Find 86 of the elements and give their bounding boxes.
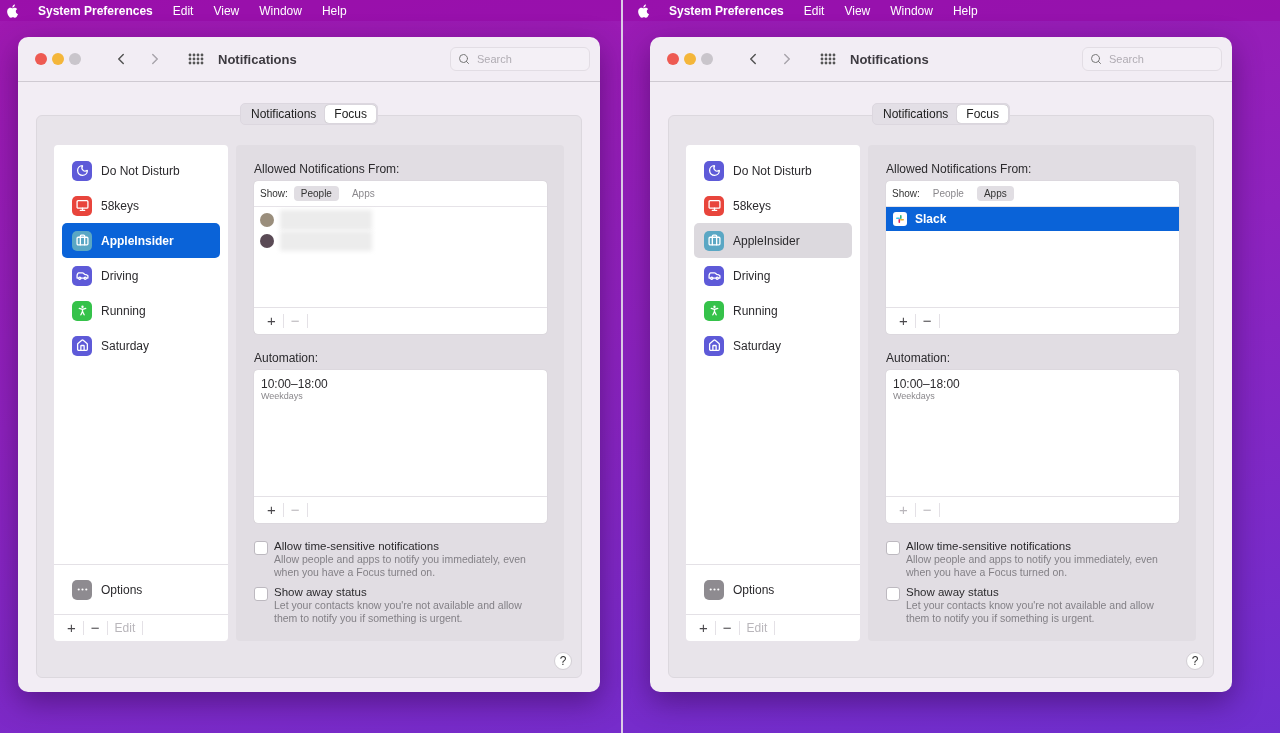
sidebar-item[interactable]: AppleInsider (694, 223, 852, 258)
remove-button[interactable]: − (915, 314, 940, 328)
add-button[interactable]: + (60, 621, 84, 635)
section-label: Allowed Notifications From: (886, 162, 1033, 176)
tab[interactable]: Focus (957, 105, 1009, 123)
menu-item[interactable]: System Preferences (669, 3, 784, 18)
section-label: Automation: (886, 351, 952, 365)
tab[interactable]: Focus (325, 105, 377, 123)
sidebar-item[interactable]: Running (62, 293, 220, 328)
checkbox[interactable] (254, 541, 268, 555)
window-title: Notifications (218, 51, 297, 67)
checkbox-label: Show away status (274, 586, 368, 598)
checkbox[interactable] (886, 541, 900, 555)
filter-tab[interactable]: People (925, 186, 971, 201)
schedule-time: 10:00–18:00 (261, 377, 329, 391)
menu-item[interactable]: Window (259, 3, 302, 18)
schedule-days: Weekdays (893, 391, 1172, 401)
help-button[interactable]: ? (1186, 652, 1204, 670)
sidebar-item[interactable]: Driving (62, 258, 220, 293)
show-label: Show: (260, 188, 288, 199)
checkbox-description: Let your contacts know you're not available and allow them to notify you if something is urgent. (906, 599, 1155, 625)
tab[interactable]: Notifications (241, 105, 326, 123)
minimize-button[interactable] (684, 53, 696, 65)
zoom-button[interactable] (69, 53, 81, 65)
slack-icon (893, 212, 907, 226)
menu-item[interactable]: View (844, 3, 871, 18)
checkbox-label: Show away status (906, 586, 1000, 598)
window-title: Notifications (850, 51, 929, 67)
remove-button[interactable]: − (715, 621, 740, 635)
checkbox-label: Allow time-sensitive notifications (906, 540, 1072, 552)
tab[interactable]: Notifications (873, 105, 958, 123)
search-icon (458, 53, 470, 65)
app-row[interactable]: Slack (886, 207, 1179, 231)
add-button[interactable]: + (260, 503, 284, 517)
add-button[interactable]: + (692, 621, 716, 635)
add-button[interactable]: + (892, 314, 916, 328)
search-field[interactable]: Search (1082, 47, 1222, 71)
sidebar-item[interactable]: Running (694, 293, 852, 328)
sidebar-item[interactable]: 58keys (62, 188, 220, 223)
schedule-time: 10:00–18:00 (893, 377, 961, 391)
checkbox-description: Let your contacts know you're not available and allow them to notify you if something is urgent. (274, 599, 523, 625)
sidebar-item[interactable]: AppleInsider (62, 223, 220, 258)
ellipsis-icon (72, 579, 92, 600)
filter-tab[interactable]: Apps (976, 186, 1014, 201)
apple-logo-icon[interactable] (637, 3, 649, 18)
avatar-icon (260, 212, 274, 227)
close-button[interactable] (35, 53, 47, 65)
sidebar-item[interactable]: Saturday (694, 328, 852, 363)
options-item[interactable]: Options (733, 582, 775, 597)
help-button[interactable]: ? (554, 652, 572, 670)
checkbox[interactable] (886, 587, 900, 601)
add-button[interactable]: + (260, 314, 284, 328)
filter-tab[interactable]: People (293, 186, 339, 201)
checkbox-label: Allow time-sensitive notifications (274, 540, 440, 552)
minimize-button[interactable] (52, 53, 64, 65)
grid-icon[interactable] (820, 53, 836, 65)
sidebar-item[interactable]: Do Not Disturb (62, 153, 220, 188)
ellipsis-icon (704, 579, 724, 600)
apple-logo-icon[interactable] (6, 3, 18, 18)
checkbox[interactable] (254, 587, 268, 601)
sidebar-item[interactable]: 58keys (694, 188, 852, 223)
menu-item[interactable]: Edit (803, 3, 825, 18)
menu-item[interactable]: System Preferences (38, 3, 153, 18)
zoom-button[interactable] (701, 53, 713, 65)
grid-icon[interactable] (188, 53, 204, 65)
remove-button[interactable]: − (83, 621, 108, 635)
menu-item[interactable]: Edit (172, 3, 194, 18)
section-label: Automation: (254, 351, 320, 365)
search-icon (1090, 53, 1102, 65)
filter-tab[interactable]: Apps (344, 186, 382, 201)
sidebar-item[interactable]: Do Not Disturb (694, 153, 852, 188)
close-button[interactable] (667, 53, 679, 65)
search-field[interactable]: Search (450, 47, 590, 71)
sidebar-item[interactable]: Driving (694, 258, 852, 293)
show-label: Show: (892, 188, 920, 199)
menu-item[interactable]: Window (890, 3, 933, 18)
schedule-days: Weekdays (261, 391, 540, 401)
options-item[interactable]: Options (101, 582, 143, 597)
section-label: Allowed Notifications From: (254, 162, 401, 176)
menu-item[interactable]: Help (952, 3, 978, 18)
checkbox-description: Allow people and apps to notify you immediately, even when you have a Focus turned on. (906, 553, 1159, 579)
checkbox-description: Allow people and apps to notify you immediately, even when you have a Focus turned on. (274, 553, 527, 579)
sidebar-item[interactable]: Saturday (62, 328, 220, 363)
avatar-icon (260, 233, 274, 248)
menu-item[interactable]: Help (321, 3, 347, 18)
menu-item[interactable]: View (213, 3, 240, 18)
